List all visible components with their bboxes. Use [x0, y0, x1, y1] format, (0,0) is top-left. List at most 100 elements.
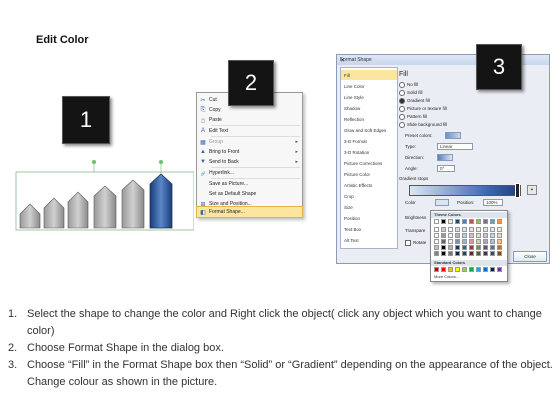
- color-swatch[interactable]: [455, 251, 460, 256]
- color-swatch[interactable]: [462, 245, 467, 250]
- color-swatch[interactable]: [448, 239, 453, 244]
- color-swatch[interactable]: [469, 227, 474, 232]
- nav-item-line-style[interactable]: Line Style: [341, 92, 397, 102]
- color-swatch[interactable]: [455, 233, 460, 238]
- color-swatch[interactable]: [448, 251, 453, 256]
- menu-item-bring-to-front[interactable]: ▲ Bring to Front ▸: [197, 147, 302, 157]
- color-swatch[interactable]: [462, 233, 467, 238]
- more-colors-link[interactable]: More Colors...: [434, 274, 459, 279]
- position-input[interactable]: 100%: [483, 199, 503, 206]
- color-picker-button[interactable]: [435, 199, 449, 206]
- radio-solid-fill[interactable]: Solid fill: [399, 90, 423, 96]
- color-swatch[interactable]: [441, 239, 446, 244]
- color-swatch[interactable]: [469, 251, 474, 256]
- type-dropdown[interactable]: Linear: [437, 143, 473, 150]
- nav-item-position[interactable]: Position: [341, 213, 397, 223]
- color-swatch[interactable]: [469, 245, 474, 250]
- color-swatch[interactable]: [476, 251, 481, 256]
- gradient-stops-bar[interactable]: [409, 185, 521, 196]
- color-swatch[interactable]: [497, 239, 502, 244]
- add-stop-icon[interactable]: +: [527, 185, 537, 195]
- color-swatch[interactable]: [476, 239, 481, 244]
- radio-gradient-fill[interactable]: Gradient fill: [399, 98, 430, 104]
- color-swatch[interactable]: [434, 233, 439, 238]
- color-swatch[interactable]: [483, 219, 488, 224]
- color-swatch[interactable]: [455, 227, 460, 232]
- rotate-handle[interactable]: [92, 160, 96, 164]
- color-swatch[interactable]: [497, 227, 502, 232]
- menu-item-hyperlink[interactable]: 🔗 Hyperlink...: [197, 168, 302, 178]
- nav-item-picture-color[interactable]: Picture Color: [341, 169, 397, 179]
- rotate-handle[interactable]: [159, 160, 163, 164]
- color-swatch[interactable]: [448, 227, 453, 232]
- color-swatch[interactable]: [455, 267, 460, 272]
- color-swatch[interactable]: [434, 245, 439, 250]
- blue-arrow-bar[interactable]: [149, 173, 173, 229]
- nav-item-artistic-effects[interactable]: Artistic Effects: [341, 180, 397, 190]
- color-swatch[interactable]: [455, 219, 460, 224]
- color-swatch[interactable]: [455, 245, 460, 250]
- radio-picture-fill[interactable]: Picture or texture fill: [399, 106, 447, 112]
- color-swatch[interactable]: [490, 227, 495, 232]
- rotate-checkbox[interactable]: Rotate: [405, 240, 426, 246]
- nav-item-crop[interactable]: Crop: [341, 191, 397, 201]
- color-swatch[interactable]: [483, 233, 488, 238]
- color-swatch[interactable]: [476, 233, 481, 238]
- color-swatch[interactable]: [441, 251, 446, 256]
- color-swatch[interactable]: [434, 219, 439, 224]
- color-swatch[interactable]: [483, 245, 488, 250]
- gray-arrow-bar[interactable]: [19, 203, 41, 229]
- nav-item-fill[interactable]: Fill: [341, 70, 397, 80]
- nav-item-line-color[interactable]: Line Color: [341, 81, 397, 91]
- radio-no-fill[interactable]: No fill: [399, 82, 418, 88]
- nav-item-3d-format[interactable]: 3-D Format: [341, 136, 397, 146]
- direction-dropdown[interactable]: [437, 154, 453, 161]
- menu-item-set-default-shape[interactable]: Set as Default Shape: [197, 189, 302, 199]
- color-swatch[interactable]: [462, 227, 467, 232]
- gray-arrow-bar[interactable]: [93, 185, 117, 229]
- menu-item-format-shape[interactable]: ◧ Format Shape...: [196, 206, 303, 218]
- color-swatch[interactable]: [476, 245, 481, 250]
- color-swatch[interactable]: [490, 245, 495, 250]
- nav-item-shadow[interactable]: Shadow: [341, 103, 397, 113]
- color-swatch[interactable]: [497, 219, 502, 224]
- color-swatch[interactable]: [483, 239, 488, 244]
- color-swatch[interactable]: [434, 239, 439, 244]
- radio-slide-background-fill[interactable]: Slide background fill: [399, 122, 447, 128]
- color-swatch[interactable]: [469, 219, 474, 224]
- close-button[interactable]: Close: [513, 251, 547, 262]
- gray-arrow-bar[interactable]: [67, 191, 89, 229]
- color-swatch[interactable]: [462, 239, 467, 244]
- menu-item-copy[interactable]: ⎘ Copy: [197, 105, 302, 115]
- color-swatch[interactable]: [476, 219, 481, 224]
- angle-input[interactable]: 0°: [437, 165, 455, 172]
- color-swatch[interactable]: [490, 267, 495, 272]
- color-swatch[interactable]: [448, 245, 453, 250]
- color-swatch[interactable]: [469, 267, 474, 272]
- color-swatch[interactable]: [490, 251, 495, 256]
- color-swatch[interactable]: [455, 239, 460, 244]
- nav-item-reflection[interactable]: Reflection: [341, 114, 397, 124]
- nav-item-text-box[interactable]: Text Box: [341, 224, 397, 234]
- color-swatch[interactable]: [490, 219, 495, 224]
- color-swatch[interactable]: [462, 219, 467, 224]
- radio-pattern-fill[interactable]: Pattern fill: [399, 114, 427, 120]
- color-swatch[interactable]: [497, 267, 502, 272]
- color-swatch[interactable]: [469, 233, 474, 238]
- color-swatch[interactable]: [434, 267, 439, 272]
- color-swatch[interactable]: [441, 227, 446, 232]
- color-swatch[interactable]: [448, 233, 453, 238]
- color-swatch[interactable]: [441, 245, 446, 250]
- color-swatch[interactable]: [462, 251, 467, 256]
- color-swatch[interactable]: [441, 267, 446, 272]
- color-swatch[interactable]: [448, 219, 453, 224]
- menu-item-paste[interactable]: 📋 Paste: [197, 115, 302, 125]
- color-swatch[interactable]: [434, 251, 439, 256]
- color-swatch[interactable]: [462, 267, 467, 272]
- nav-item-3d-rotation[interactable]: 3-D Rotation: [341, 147, 397, 157]
- menu-item-save-as-picture[interactable]: Save as Picture...: [197, 179, 302, 189]
- color-swatch[interactable]: [469, 239, 474, 244]
- color-swatch[interactable]: [483, 251, 488, 256]
- color-swatch[interactable]: [483, 227, 488, 232]
- gradient-stop-handle[interactable]: [515, 183, 520, 198]
